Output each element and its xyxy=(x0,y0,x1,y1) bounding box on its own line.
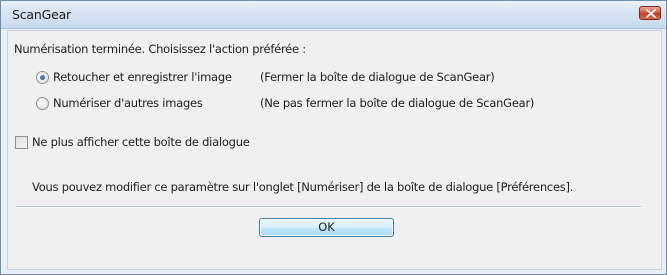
close-icon xyxy=(646,9,656,18)
settings-note: Vous pouvez modifier ce paramètre sur l'… xyxy=(32,180,574,194)
option-retouch-save-description: (Fermer la boîte de dialogue de ScanGear… xyxy=(260,70,495,84)
dont-show-again-label[interactable]: Ne plus afficher cette boîte de dialogue xyxy=(32,135,250,149)
separator xyxy=(16,206,641,208)
scangear-dialog: ScanGear Numérisation terminée. Choisiss… xyxy=(0,0,667,275)
radio-scan-more[interactable] xyxy=(36,97,49,110)
option-retouch-save-label[interactable]: Retoucher et enregistrer l'image xyxy=(53,70,232,84)
ok-button[interactable]: OK xyxy=(259,218,394,237)
option-scan-more-label[interactable]: Numériser d'autres images xyxy=(53,96,203,110)
window-title: ScanGear xyxy=(12,7,71,22)
prompt-text: Numérisation terminée. Choisissez l'acti… xyxy=(14,42,306,56)
option-scan-more-description: (Ne pas fermer la boîte de dialogue de S… xyxy=(260,96,535,110)
radio-retouch-save[interactable] xyxy=(36,71,49,84)
dialog-body: Numérisation terminée. Choisissez l'acti… xyxy=(7,30,662,270)
radio-selected-dot xyxy=(40,75,45,80)
dont-show-again-checkbox[interactable] xyxy=(15,136,28,149)
title-bar[interactable]: ScanGear xyxy=(1,1,666,29)
close-button[interactable] xyxy=(639,6,661,20)
